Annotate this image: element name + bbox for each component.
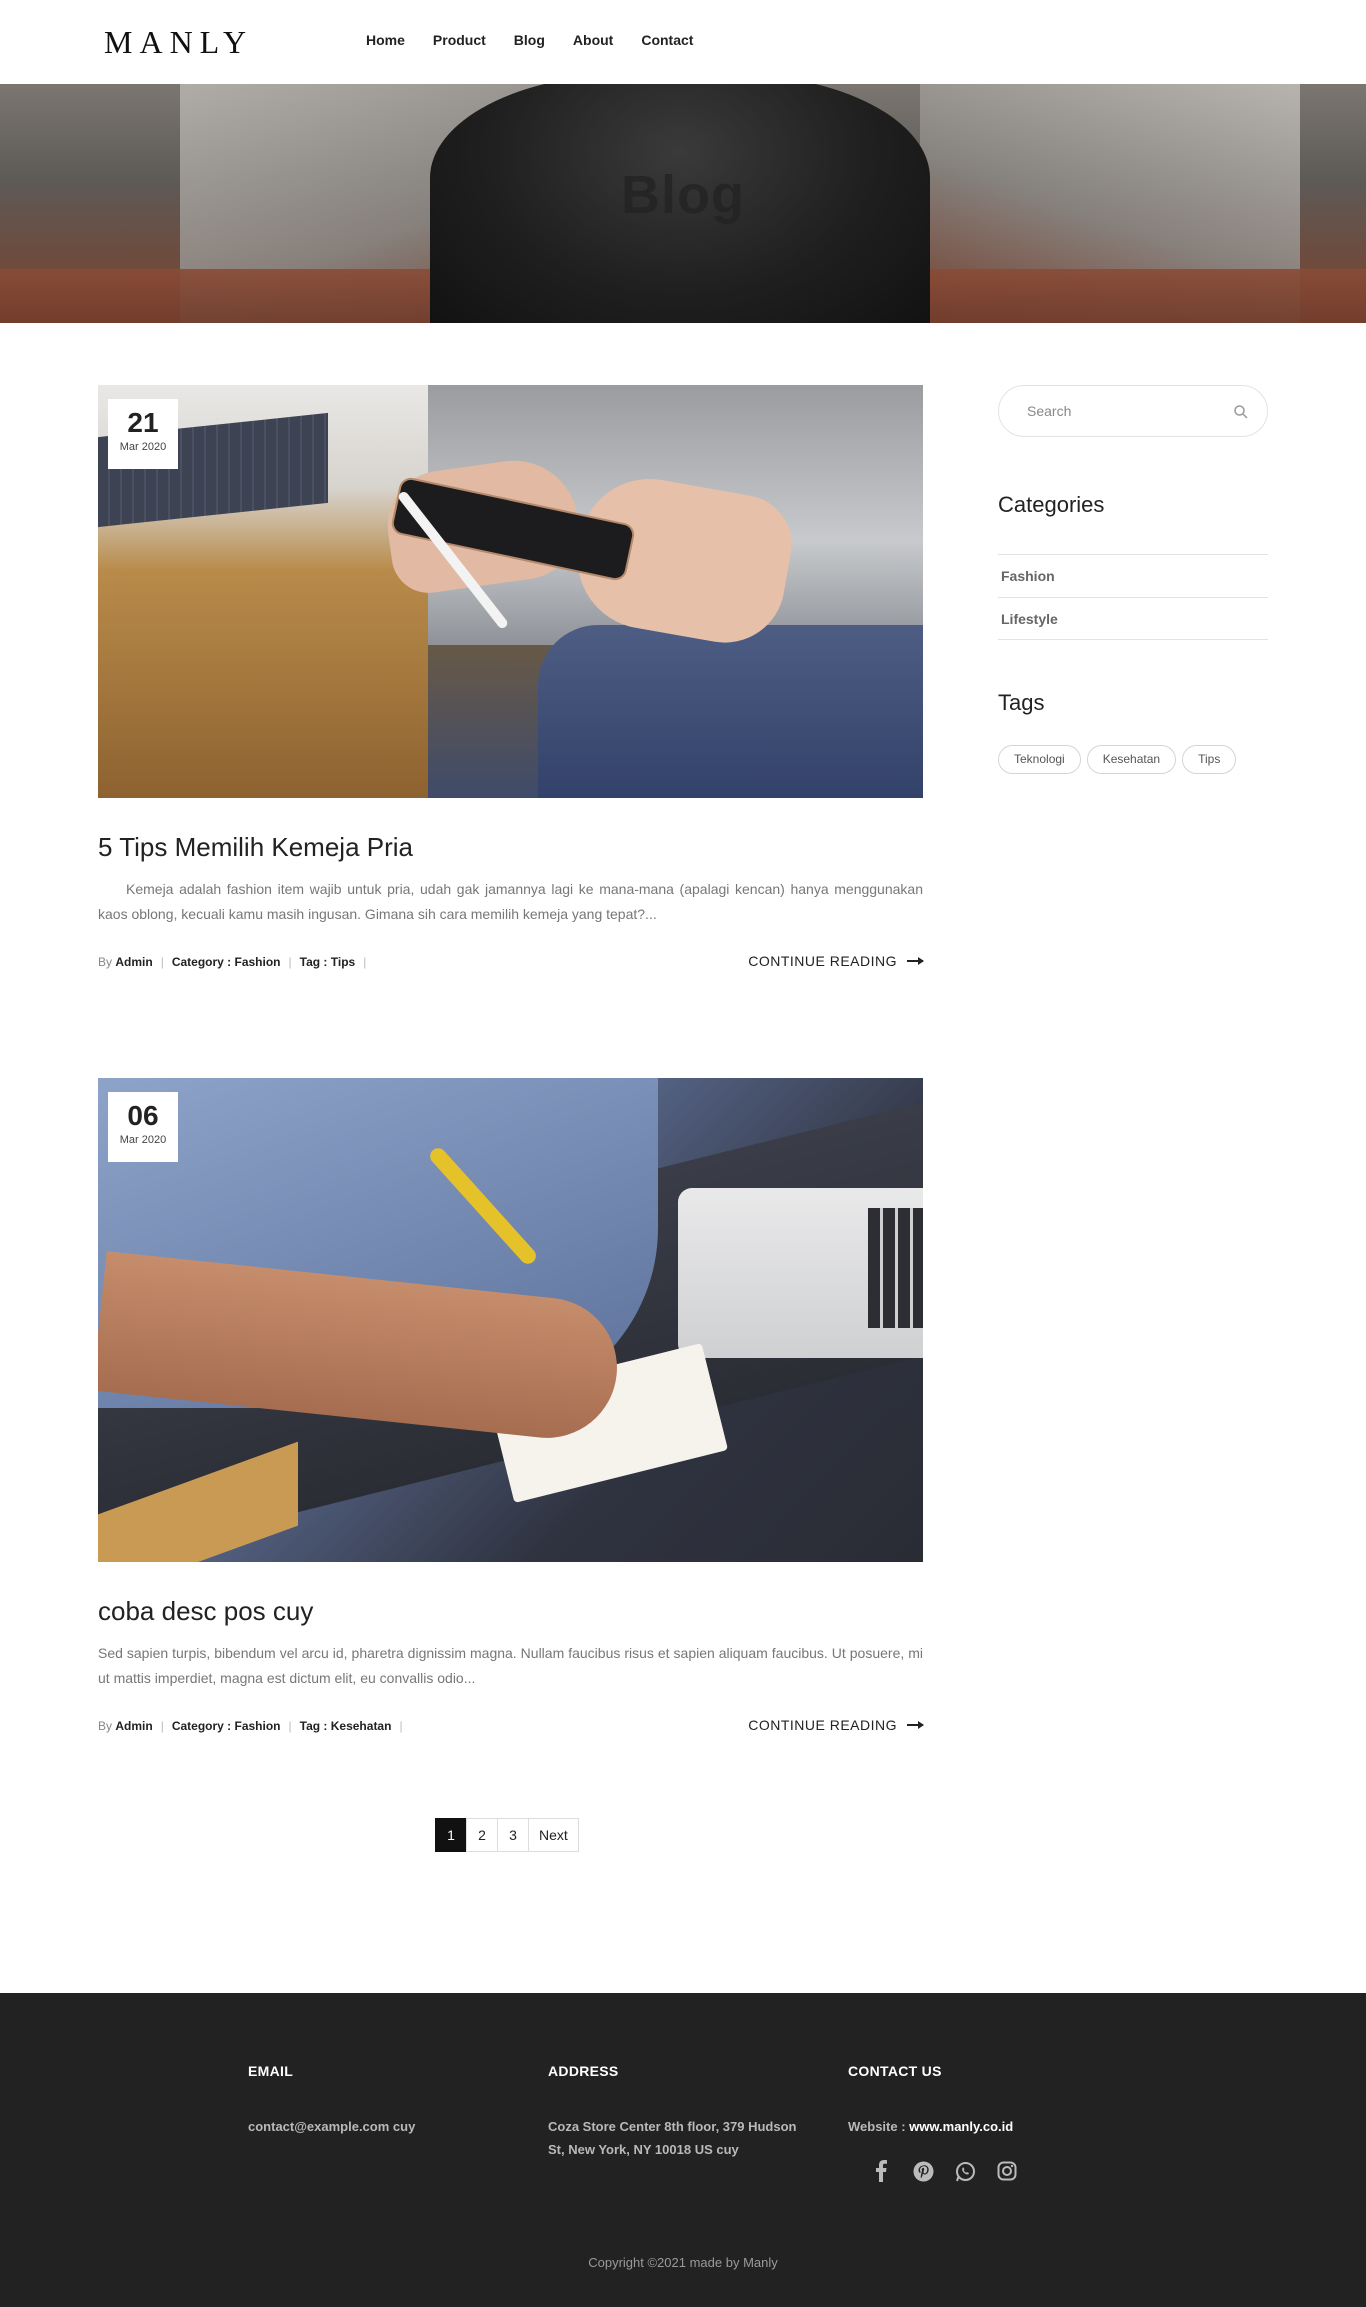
footer-address: Coza Store Center 8th floor, 379 Hudson …: [548, 2115, 797, 2161]
search-box: [998, 385, 1268, 437]
page-title: Blog: [621, 165, 745, 225]
meta-separator: |: [288, 1719, 292, 1733]
footer-website: Website : www.manly.co.id: [848, 2115, 1018, 2138]
footer-email-col: EMAIL contact@example.com cuy: [248, 2063, 415, 2138]
page-next[interactable]: Next: [528, 1818, 579, 1852]
image-jeans: [538, 625, 923, 798]
footer-email[interactable]: contact@example.com cuy: [248, 2115, 415, 2138]
category-item-lifestyle[interactable]: Lifestyle: [998, 597, 1268, 640]
post-excerpt: Sed sapien turpis, bibendum vel arcu id,…: [98, 1645, 923, 1686]
page-2[interactable]: 2: [466, 1818, 498, 1852]
continue-reading-label: CONTINUE READING: [748, 1717, 897, 1733]
page-3[interactable]: 3: [497, 1818, 529, 1852]
pinterest-icon[interactable]: [912, 2160, 934, 2182]
site-footer: EMAIL contact@example.com cuy ADDRESS Co…: [0, 1993, 1366, 2307]
blog-post: 06 Mar 2020 coba desc pos cuy Sed sapien…: [98, 1078, 924, 1733]
hero-banner: Blog: [0, 84, 1366, 323]
meta-separator: |: [288, 955, 292, 969]
site-header: MANLY Home Product Blog About Contact: [0, 0, 1366, 84]
arrow-right-icon: [907, 957, 924, 965]
categories-list: Fashion Lifestyle: [998, 554, 1268, 640]
tag-cloud: Teknologi Kesehatan Tips: [998, 745, 1237, 774]
nav-blog[interactable]: Blog: [514, 32, 545, 48]
nav-about[interactable]: About: [573, 32, 613, 48]
post-title[interactable]: 5 Tips Memilih Kemeja Pria: [98, 832, 923, 863]
continue-reading-link[interactable]: CONTINUE READING: [748, 953, 924, 969]
tag-kesehatan[interactable]: Kesehatan: [1086, 745, 1177, 774]
meta-by: By: [98, 955, 113, 969]
date-day: 21: [127, 407, 159, 438]
address-line: Coza Store Center 8th floor, 379 Hudson: [548, 2119, 797, 2134]
tag-tips[interactable]: Tips: [1182, 745, 1237, 774]
meta-by: By: [98, 1719, 113, 1733]
social-links: [870, 2160, 1018, 2182]
meta-author[interactable]: Admin: [115, 1719, 152, 1733]
search-input[interactable]: [1027, 386, 1227, 436]
post-title[interactable]: coba desc pos cuy: [98, 1596, 923, 1627]
date-month: Mar 2020: [119, 1134, 167, 1146]
continue-reading-label: CONTINUE READING: [748, 953, 897, 969]
meta-category[interactable]: Category : Fashion: [172, 955, 281, 969]
meta-separator: |: [160, 955, 164, 969]
nav-contact[interactable]: Contact: [641, 32, 693, 48]
meta-author[interactable]: Admin: [115, 955, 152, 969]
meta-tag[interactable]: Tag : Tips: [300, 955, 356, 969]
footer-address-col: ADDRESS Coza Store Center 8th floor, 379…: [548, 2063, 797, 2161]
post-meta: By Admin | Category : Fashion | Tag : Ti…: [98, 953, 924, 969]
category-item-fashion[interactable]: Fashion: [998, 554, 1268, 597]
footer-contact-col: CONTACT US Website : www.manly.co.id: [848, 2063, 1018, 2182]
arrow-right-icon: [907, 1721, 924, 1729]
meta-category[interactable]: Category : Fashion: [172, 1719, 281, 1733]
blog-post: 21 Mar 2020 5 Tips Memilih Kemeja Pria K…: [98, 385, 924, 969]
tag-teknologi[interactable]: Teknologi: [998, 745, 1081, 774]
nav-product[interactable]: Product: [433, 32, 486, 48]
footer-email-heading: EMAIL: [248, 2063, 294, 2079]
post-excerpt: Kemeja adalah fashion item wajib untuk p…: [98, 881, 923, 922]
copyright-text: Copyright ©2021 made by Manly: [588, 2255, 778, 2270]
tags-heading: Tags: [998, 690, 1045, 715]
post-image[interactable]: 21 Mar 2020: [98, 385, 923, 798]
meta-separator: |: [160, 1719, 164, 1733]
meta-separator: |: [399, 1719, 403, 1733]
site-logo[interactable]: MANLY: [104, 24, 253, 61]
footer-address-heading: ADDRESS: [548, 2063, 619, 2079]
main-nav: Home Product Blog About Contact: [366, 32, 693, 48]
website-label: Website :: [848, 2119, 910, 2134]
post-meta: By Admin | Category : Fashion | Tag : Ke…: [98, 1717, 924, 1733]
instagram-icon[interactable]: [996, 2160, 1018, 2182]
facebook-icon[interactable]: [870, 2160, 892, 2182]
post-image[interactable]: 06 Mar 2020: [98, 1078, 923, 1562]
date-month: Mar 2020: [119, 441, 167, 453]
pagination: 1 2 3 Next: [435, 1818, 579, 1852]
page-1[interactable]: 1: [435, 1818, 467, 1852]
meta-separator: |: [363, 955, 367, 969]
address-line: St, New York, NY 10018 US cuy: [548, 2142, 739, 2157]
nav-home[interactable]: Home: [366, 32, 405, 48]
meta-tag[interactable]: Tag : Kesehatan: [300, 1719, 392, 1733]
image-keyboard: [868, 1208, 923, 1328]
date-badge: 21 Mar 2020: [108, 399, 178, 469]
continue-reading-link[interactable]: CONTINUE READING: [748, 1717, 924, 1733]
website-link[interactable]: www.manly.co.id: [909, 2119, 1013, 2134]
search-icon[interactable]: [1233, 404, 1249, 420]
date-badge: 06 Mar 2020: [108, 1092, 178, 1162]
categories-heading: Categories: [998, 492, 1105, 517]
footer-contact-heading: CONTACT US: [848, 2063, 942, 2079]
whatsapp-icon[interactable]: [954, 2160, 976, 2182]
date-day: 06: [127, 1100, 159, 1131]
